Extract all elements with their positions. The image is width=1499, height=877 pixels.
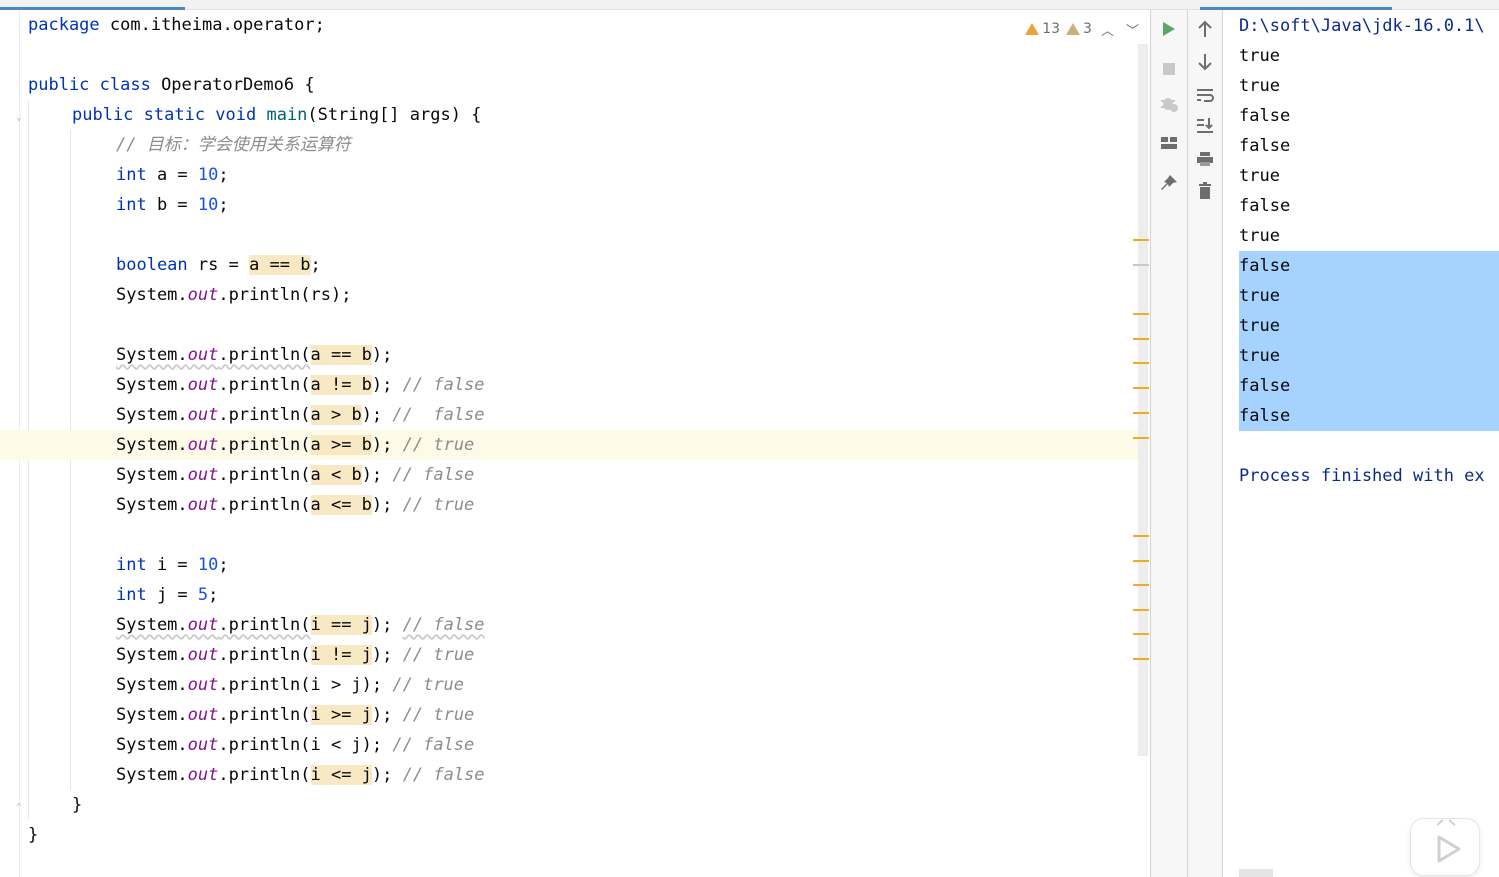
soft-wrap-icon[interactable] — [1194, 84, 1216, 106]
code-line: boolean rs = a == b; — [116, 255, 321, 275]
warning-icon — [1025, 23, 1040, 35]
warning-stripe[interactable] — [1133, 584, 1149, 586]
code-line: int i = 10; — [116, 555, 229, 575]
console-output-line: true — [1239, 46, 1280, 66]
warning-stripe[interactable] — [1133, 560, 1149, 562]
inspection-widget[interactable]: 13 3 ︿ ﹀ — [1025, 18, 1142, 40]
scroll-to-end-icon[interactable] — [1194, 115, 1216, 137]
play-icon — [1436, 819, 1461, 863]
info-stripe[interactable] — [1133, 264, 1149, 266]
closing-brace: } — [72, 795, 83, 815]
run-icon[interactable] — [1158, 18, 1180, 40]
fold-marker-icon[interactable]: ⌃ — [13, 802, 25, 814]
code-line: package com.itheima.operator; — [28, 15, 325, 35]
warning-stripe[interactable] — [1133, 658, 1149, 660]
warning-stripe[interactable] — [1133, 239, 1149, 241]
warning-stripe[interactable] — [1133, 412, 1149, 414]
pin-icon[interactable] — [1158, 172, 1180, 194]
warning-stripe[interactable] — [1133, 338, 1149, 340]
video-player-badge[interactable] — [1410, 818, 1480, 876]
indent-guide — [70, 130, 71, 790]
warning-stripe[interactable] — [1133, 609, 1149, 611]
console-output-line: false — [1239, 136, 1291, 156]
debug-icon[interactable] — [1158, 92, 1180, 114]
code-line: System.out.println(a == b); — [116, 345, 393, 365]
code-line: System.out.println(i != j); // true — [116, 645, 475, 665]
code-line: public class OperatorDemo6 { — [28, 75, 315, 95]
stop-icon[interactable] — [1158, 58, 1180, 80]
indent-guide — [28, 100, 29, 820]
console-output-line: false — [1239, 406, 1291, 426]
comment-line: // 目标：学会使用关系运算符 — [116, 135, 351, 155]
code-line: public static void main(String[] args) { — [72, 105, 482, 125]
console-output-line: false — [1239, 376, 1291, 396]
console-horizontal-scrollbar[interactable] — [1239, 869, 1273, 877]
run-console[interactable]: D:\soft\Java\jdk-16.0.1\ true true false fa… — [1223, 10, 1499, 877]
warning-stripe[interactable] — [1133, 633, 1149, 635]
code-line: System.out.println(i <= j); // false — [116, 765, 485, 785]
console-output-line: true — [1239, 346, 1280, 366]
code-line: System.out.println(a > b); // false — [116, 405, 485, 425]
weak-warnings-indicator[interactable]: 3 — [1066, 21, 1092, 37]
code-line: System.out.println(i == j); // false — [116, 615, 485, 635]
run-toolbar-right — [1188, 10, 1222, 877]
warnings-indicator[interactable]: 13 — [1025, 21, 1060, 37]
warning-stripe[interactable] — [1133, 362, 1149, 364]
console-output-line: true — [1239, 166, 1280, 186]
print-icon[interactable] — [1194, 148, 1216, 170]
warning-stripe[interactable] — [1133, 313, 1149, 315]
code-line: int b = 10; — [116, 195, 229, 215]
code-line: int j = 5; — [116, 585, 219, 605]
next-highlight-icon[interactable]: ﹀ — [1123, 20, 1142, 39]
previous-highlight-icon[interactable]: ︿ — [1098, 20, 1117, 39]
closing-brace: } — [28, 825, 39, 845]
process-finished-message: Process finished with ex — [1239, 466, 1485, 486]
code-line: System.out.println(i >= j); // true — [116, 705, 475, 725]
console-output-line: true — [1239, 76, 1280, 96]
layout-icon[interactable] — [1158, 132, 1180, 154]
run-toolbar-left — [1151, 10, 1187, 877]
console-output-line: false — [1239, 196, 1291, 216]
code-editor[interactable]: ⌄ ⌃ package com.itheima.operator; public… — [0, 10, 1150, 877]
console-command-path: D:\soft\Java\jdk-16.0.1\ — [1239, 16, 1485, 36]
fold-marker-icon[interactable]: ⌄ — [13, 112, 25, 124]
code-line-current: System.out.println(a >= b); // true — [116, 435, 475, 455]
editor-tab-strip — [0, 0, 1499, 10]
warning-stripe[interactable] — [1133, 387, 1149, 389]
weak-warning-icon — [1066, 23, 1081, 35]
console-output-line: true — [1239, 286, 1280, 306]
trash-icon[interactable] — [1194, 180, 1216, 202]
code-line: System.out.println(a != b); // false — [116, 375, 485, 395]
editor-vertical-scrollbar[interactable] — [1138, 44, 1148, 756]
code-line: System.out.println(a < b); // false — [116, 465, 475, 485]
console-output-line: false — [1239, 256, 1291, 276]
warning-stripe[interactable] — [1133, 535, 1149, 537]
up-arrow-icon[interactable] — [1194, 18, 1216, 40]
console-output-line: true — [1239, 226, 1280, 246]
code-line: System.out.println(a <= b); // true — [116, 495, 475, 515]
code-line: System.out.println(i > j); // true — [116, 675, 465, 695]
code-line: int a = 10; — [116, 165, 229, 185]
warning-stripe[interactable] — [1133, 437, 1149, 439]
code-line: System.out.println(rs); — [116, 285, 352, 305]
console-output-line: true — [1239, 316, 1280, 336]
code-line: System.out.println(i < j); // false — [116, 735, 475, 755]
console-output-line: false — [1239, 106, 1291, 126]
down-arrow-icon[interactable] — [1194, 51, 1216, 73]
